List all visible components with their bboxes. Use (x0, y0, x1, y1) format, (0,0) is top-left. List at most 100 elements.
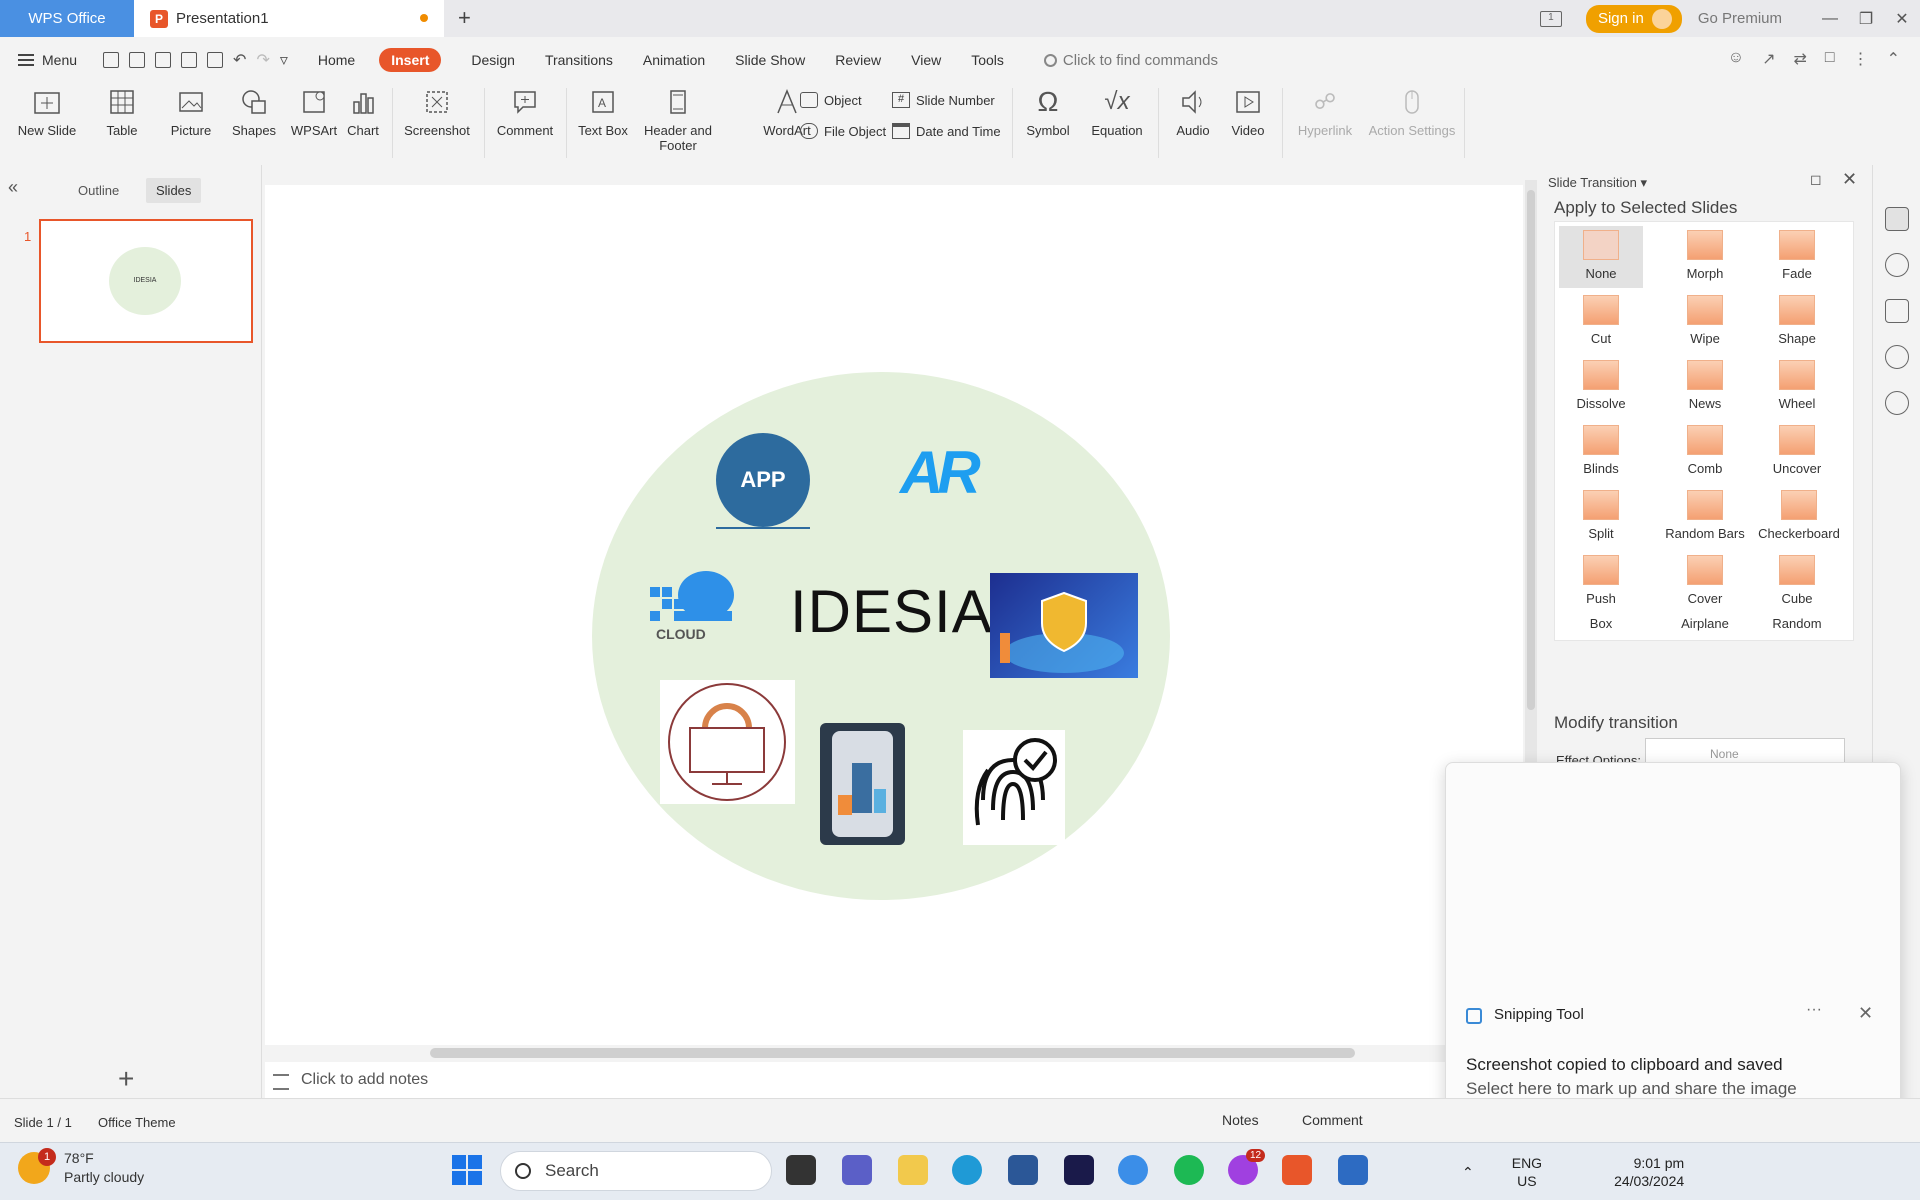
start-button[interactable] (452, 1155, 482, 1185)
tab-view[interactable]: View (911, 52, 941, 68)
store-icon[interactable] (1008, 1155, 1038, 1185)
tab-slide-show[interactable]: Slide Show (735, 52, 805, 68)
transition-airplane[interactable]: Airplane (1663, 616, 1747, 640)
collapse-panel-icon[interactable]: « (8, 177, 18, 198)
pin-icon[interactable]: ◻ (1810, 171, 1822, 188)
comment-toggle-button[interactable]: Comment (1302, 1112, 1363, 1128)
tab-outline[interactable]: Outline (78, 183, 119, 198)
transition-cover[interactable]: Cover (1663, 551, 1747, 613)
transition-morph[interactable]: Morph (1663, 226, 1747, 288)
tab-slides[interactable]: Slides (146, 178, 202, 203)
tab-design[interactable]: Design (471, 52, 515, 68)
close-icon[interactable]: ✕ (1884, 9, 1920, 29)
object-button[interactable]: Object (800, 92, 862, 108)
photos-icon[interactable] (1338, 1155, 1368, 1185)
show-hidden-icons[interactable]: ⌃ (1462, 1164, 1474, 1181)
notes-toggle-button[interactable]: Notes (1222, 1112, 1259, 1128)
equation-button[interactable]: √x Equation (1084, 83, 1150, 165)
collapse-ribbon-icon[interactable]: ⌃ (1887, 49, 1900, 69)
action-settings-button[interactable]: Action Settings (1364, 83, 1460, 165)
transition-checkerboard[interactable]: Checkerboard (1749, 486, 1849, 548)
history-icon[interactable] (1885, 345, 1909, 369)
wpsart-button[interactable]: WPSArt (288, 83, 340, 165)
slide-title-text[interactable]: IDESIA (790, 577, 993, 646)
onedrive-icon[interactable] (1118, 1155, 1148, 1185)
notification-close-icon[interactable]: ✕ (1858, 1003, 1873, 1024)
mail-icon[interactable] (1064, 1155, 1094, 1185)
table-button[interactable]: Table (98, 83, 146, 165)
tab-tools[interactable]: Tools (971, 52, 1004, 68)
more-icon[interactable]: ⋮ (1853, 49, 1869, 69)
hyperlink-button[interactable]: ☍ Hyperlink (1288, 83, 1362, 165)
animation-icon[interactable] (1885, 253, 1909, 277)
transition-fade[interactable]: Fade (1755, 226, 1839, 288)
add-slide-button[interactable]: + (118, 1063, 134, 1095)
open-icon[interactable] (103, 52, 120, 68)
transition-news[interactable]: News (1663, 356, 1747, 418)
picture-button[interactable]: Picture (164, 83, 218, 165)
wps-office-tab[interactable]: WPS Office (0, 0, 134, 37)
transition-none[interactable]: None (1559, 226, 1643, 288)
messenger-icon[interactable]: 12 (1228, 1149, 1266, 1185)
theme-name[interactable]: Office Theme (98, 1115, 176, 1130)
redo-icon[interactable]: ↷ (256, 50, 269, 70)
edge-icon[interactable] (952, 1155, 982, 1185)
go-premium-button[interactable]: Go Premium (1698, 10, 1782, 27)
fingerprint-image[interactable] (963, 730, 1065, 845)
transition-wheel[interactable]: Wheel (1755, 356, 1839, 418)
transition-random[interactable]: Random (1755, 616, 1839, 640)
panel-title[interactable]: Slide Transition ▾ (1548, 175, 1647, 191)
screenshot-button[interactable]: Screenshot (398, 83, 476, 165)
transition-dissolve[interactable]: Dissolve (1559, 356, 1643, 418)
taskbar-search[interactable]: Search (500, 1151, 772, 1191)
snipping-tool-notification[interactable]: Snipping Tool ··· ✕ Screenshot copied to… (1445, 762, 1901, 1122)
file-object-button[interactable]: File Object (800, 123, 886, 139)
chart-button[interactable]: Chart (344, 83, 382, 165)
transition-wipe[interactable]: Wipe (1663, 291, 1747, 353)
transition-shape[interactable]: Shape (1755, 291, 1839, 353)
new-slide-button[interactable]: New Slide (10, 83, 84, 165)
ar-logo-image[interactable]: AR (900, 438, 981, 507)
document-tab[interactable]: P Presentation1 (134, 0, 444, 37)
gear-monitor-image[interactable] (660, 680, 795, 804)
notification-more-icon[interactable]: ··· (1806, 1001, 1822, 1019)
transition-split[interactable]: Split (1559, 486, 1643, 548)
transition-uncover[interactable]: Uncover (1755, 421, 1839, 483)
transition-push[interactable]: Push (1559, 551, 1643, 613)
slide-number-button[interactable]: # Slide Number (892, 92, 995, 108)
text-box-button[interactable]: A Text Box (572, 83, 634, 165)
file-explorer-dark-icon[interactable] (786, 1155, 816, 1185)
customize-icon[interactable]: ▿ (280, 50, 288, 70)
find-commands[interactable]: Click to find commands (1043, 52, 1218, 69)
share-icon[interactable]: ↗ (1762, 49, 1775, 69)
print-preview-icon[interactable] (207, 52, 224, 68)
undo-icon[interactable]: ↶ (233, 50, 246, 70)
new-tab-button[interactable]: + (458, 5, 471, 31)
save-icon[interactable] (129, 52, 146, 68)
horizontal-scrollbar[interactable] (430, 1048, 1355, 1058)
panel-close-icon[interactable]: ✕ (1842, 169, 1857, 190)
clock[interactable]: 9:01 pm 24/03/2024 (1614, 1154, 1684, 1190)
transition-cut[interactable]: Cut (1559, 291, 1643, 353)
date-time-button[interactable]: Date and Time (892, 123, 1001, 139)
tab-insert[interactable]: Insert (379, 48, 442, 72)
app-icon-image[interactable]: APP (716, 433, 810, 527)
properties-icon[interactable] (1885, 299, 1909, 323)
wps-taskbar-icon[interactable] (1282, 1155, 1312, 1185)
audio-button[interactable]: Audio (1164, 83, 1222, 165)
help-icon[interactable] (1885, 391, 1909, 415)
print-icon[interactable] (181, 52, 198, 68)
minimize-icon[interactable]: — (1812, 10, 1848, 28)
tab-animation[interactable]: Animation (643, 52, 705, 68)
video-button[interactable]: Video (1222, 83, 1274, 165)
tab-home[interactable]: Home (318, 52, 355, 68)
share-user-icon[interactable]: ☺ (1728, 49, 1744, 69)
symbol-button[interactable]: Ω Symbol (1018, 83, 1078, 165)
header-footer-button[interactable]: Header and Footer (638, 83, 718, 165)
tab-transitions[interactable]: Transitions (545, 52, 613, 68)
export-icon[interactable] (155, 52, 172, 68)
sign-in-button[interactable]: Sign in (1585, 4, 1682, 33)
comment-icon[interactable]: □ (1825, 49, 1835, 69)
language-indicator[interactable]: ENG US (1512, 1154, 1542, 1190)
folder-icon[interactable] (898, 1155, 928, 1185)
